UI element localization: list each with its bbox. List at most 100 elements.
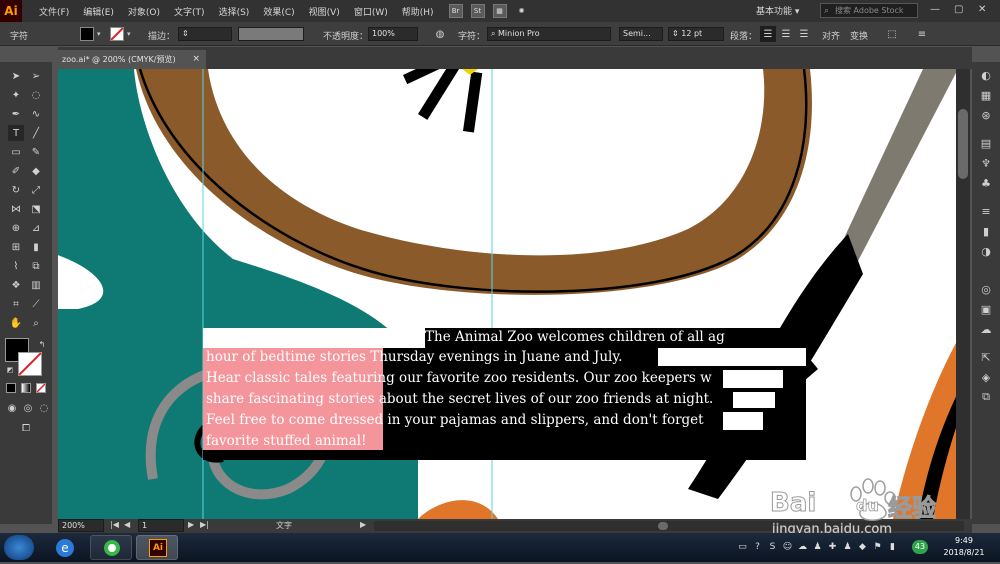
- vertical-scrollbar[interactable]: [956, 69, 970, 519]
- direct-selection-tool-icon[interactable]: ➢: [28, 68, 44, 84]
- panel-menu-icon[interactable]: ≡: [914, 26, 930, 42]
- color-guide-icon[interactable]: ▦: [979, 88, 993, 102]
- bridge-button[interactable]: Br: [448, 4, 463, 18]
- magic-wand-tool-icon[interactable]: ✦: [8, 87, 24, 103]
- graph-tool-icon[interactable]: ▥: [28, 277, 44, 293]
- line-tool-icon[interactable]: ╱: [28, 125, 44, 141]
- variable-width-select[interactable]: [238, 27, 304, 41]
- illustrator-taskbar-icon[interactable]: Ai: [136, 535, 178, 560]
- gradient-mode-icon[interactable]: [21, 383, 31, 393]
- menu-effect[interactable]: 效果(C): [256, 5, 301, 18]
- 360-taskbar-icon[interactable]: [90, 535, 132, 560]
- text-frame[interactable]: The Animal Zoo welcomes children of all …: [203, 328, 806, 460]
- free-transform-tool-icon[interactable]: ⬔: [28, 201, 44, 217]
- gpu-icon[interactable]: ✺: [515, 4, 529, 18]
- tray-flag-icon[interactable]: ⚑: [872, 542, 883, 553]
- taskbar-clock[interactable]: 9:49 2018/8/21: [934, 535, 994, 559]
- first-artboard-icon[interactable]: |◀: [110, 520, 119, 529]
- zoom-select[interactable]: 200%: [58, 519, 104, 532]
- transparency-panel-icon[interactable]: ◑: [979, 244, 993, 258]
- artboard-tool-icon[interactable]: ⌗: [8, 296, 24, 312]
- status-menu-icon[interactable]: ▶: [360, 520, 366, 529]
- font-style-select[interactable]: Semi...: [619, 27, 663, 41]
- align-right-icon[interactable]: ☰: [796, 26, 812, 42]
- chevron-down-icon[interactable]: ▾: [97, 30, 101, 38]
- lasso-tool-icon[interactable]: ◌: [28, 87, 44, 103]
- arrange-docs-icon[interactable]: ▦: [492, 4, 507, 18]
- shape-builder-tool-icon[interactable]: ⊕: [8, 220, 24, 236]
- fill-swatch[interactable]: [80, 27, 94, 41]
- menu-object[interactable]: 对象(O): [121, 5, 167, 18]
- image-trace-icon[interactable]: ⊛: [979, 108, 993, 122]
- none-mode-icon[interactable]: [36, 383, 46, 393]
- stroke-color-box[interactable]: [18, 352, 42, 376]
- symbols-panel-icon[interactable]: ♣: [979, 176, 993, 190]
- shaper-tool-icon[interactable]: ✐: [8, 163, 24, 179]
- pen-tool-icon[interactable]: ✒: [8, 106, 24, 122]
- zoom-tool-icon[interactable]: ⌕: [28, 315, 44, 331]
- ie-taskbar-icon[interactable]: e: [44, 535, 86, 560]
- menu-type[interactable]: 文字(T): [167, 5, 212, 18]
- start-button[interactable]: [4, 535, 34, 560]
- mesh-tool-icon[interactable]: ⊞: [8, 239, 24, 255]
- menu-file[interactable]: 文件(F): [32, 5, 76, 18]
- menu-view[interactable]: 视图(V): [302, 5, 347, 18]
- recolor-icon[interactable]: ◍: [432, 26, 448, 42]
- swatches-panel-icon[interactable]: ▤: [979, 136, 993, 150]
- slice-tool-icon[interactable]: ⟋: [28, 296, 44, 312]
- stock-search-input[interactable]: ⌕ 搜索 Adobe Stock: [820, 3, 918, 18]
- brushes-panel-icon[interactable]: ♆: [979, 156, 993, 170]
- tray-network-icon[interactable]: ▭: [737, 542, 748, 553]
- stock-button[interactable]: St: [470, 4, 485, 18]
- export-panel-icon[interactable]: ⇱: [979, 350, 993, 364]
- stroke-swatch[interactable]: [110, 27, 124, 41]
- transform-button[interactable]: 变换: [850, 29, 868, 42]
- paintbrush-tool-icon[interactable]: ✎: [28, 144, 44, 160]
- minimize-icon[interactable]: —: [930, 4, 940, 15]
- maximize-icon[interactable]: ▢: [954, 4, 963, 15]
- tray-wechat-icon[interactable]: ☺: [782, 542, 793, 553]
- opacity-input[interactable]: 100%: [368, 27, 418, 41]
- tray-help-icon[interactable]: ?: [752, 542, 763, 553]
- prev-artboard-icon[interactable]: ◀: [124, 520, 130, 529]
- appearance-panel-icon[interactable]: ◎: [979, 282, 993, 296]
- last-artboard-icon[interactable]: ▶|: [200, 520, 209, 529]
- cc-libraries-icon[interactable]: ☁: [979, 322, 993, 336]
- tray-s-icon[interactable]: S: [767, 542, 778, 553]
- scale-tool-icon[interactable]: ⤢: [28, 182, 44, 198]
- artboard-canvas[interactable]: The Animal Zoo welcomes children of all …: [58, 69, 970, 519]
- tray-badge[interactable]: 43: [912, 540, 928, 554]
- gradient-panel-icon[interactable]: ▮: [979, 224, 993, 238]
- tray-qq2-icon[interactable]: ♟: [842, 542, 853, 553]
- rotate-tool-icon[interactable]: ↻: [8, 182, 24, 198]
- screen-mode-icon[interactable]: ⧠: [18, 420, 34, 436]
- workspace-switcher[interactable]: 基本功能 ▾: [756, 4, 799, 17]
- align-button[interactable]: 对齐: [822, 29, 840, 42]
- chevron-down-icon[interactable]: ▾: [127, 30, 131, 38]
- horizontal-scroll-thumb[interactable]: [658, 522, 668, 530]
- symbol-sprayer-tool-icon[interactable]: ❖: [8, 277, 24, 293]
- align-left-icon[interactable]: ☰: [760, 26, 776, 42]
- curvature-tool-icon[interactable]: ∿: [28, 106, 44, 122]
- color-panel-icon[interactable]: ◐: [979, 68, 993, 82]
- menu-help[interactable]: 帮助(H): [395, 5, 441, 18]
- type-tool-icon[interactable]: T: [8, 125, 24, 141]
- tray-app-icon[interactable]: ◆: [857, 542, 868, 553]
- stroke-weight-input[interactable]: ⇕: [178, 27, 232, 41]
- tray-cloud-icon[interactable]: ☁: [797, 542, 808, 553]
- stroke-panel-icon[interactable]: ≡: [979, 204, 993, 218]
- scrollbar-thumb[interactable]: [958, 109, 968, 179]
- width-tool-icon[interactable]: ⋈: [8, 201, 24, 217]
- color-mode-icon[interactable]: [6, 383, 16, 393]
- eraser-tool-icon[interactable]: ◆: [28, 163, 44, 179]
- blend-tool-icon[interactable]: ⧉: [28, 258, 44, 274]
- tray-wifi-icon[interactable]: ▮: [887, 542, 898, 553]
- eyedropper-tool-icon[interactable]: ⌇: [8, 258, 24, 274]
- menu-select[interactable]: 选择(S): [212, 5, 257, 18]
- layers-panel-icon[interactable]: ◈: [979, 370, 993, 384]
- artboards-panel-icon[interactable]: ⧉: [979, 390, 993, 404]
- hand-tool-icon[interactable]: ✋: [8, 315, 24, 331]
- draw-behind-icon[interactable]: ◎: [20, 400, 36, 416]
- default-colors-icon[interactable]: ◩: [2, 362, 18, 378]
- draw-inside-icon[interactable]: ◌: [36, 400, 52, 416]
